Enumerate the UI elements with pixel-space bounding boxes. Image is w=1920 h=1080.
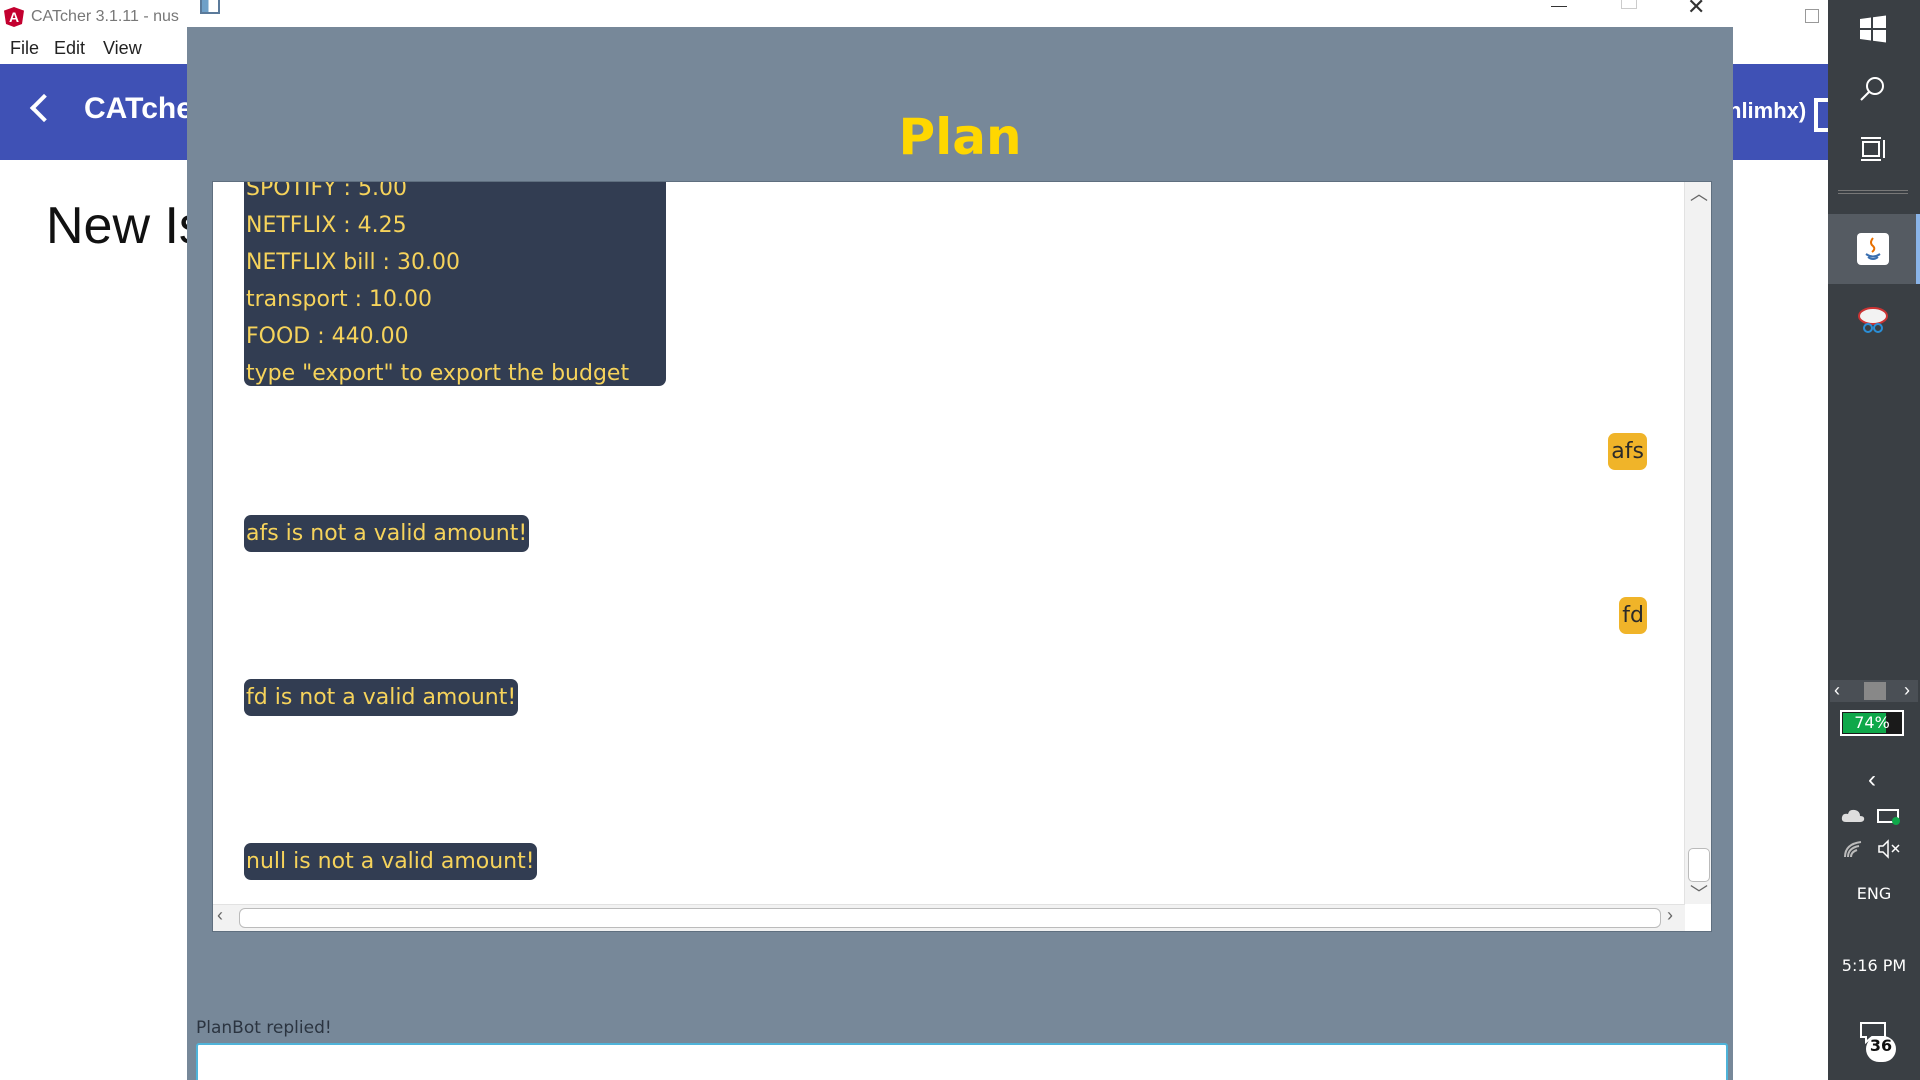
menu-file[interactable]: File (10, 38, 39, 59)
volume-muted-icon[interactable] (1876, 838, 1902, 860)
command-input[interactable] (196, 1043, 1728, 1080)
java-app-icon (200, 0, 220, 14)
windows-start-icon[interactable] (1858, 14, 1888, 44)
language-indicator[interactable]: ENG (1828, 884, 1920, 903)
java-icon (1854, 230, 1892, 268)
background-window-title: CATcher 3.1.11 - nus (31, 8, 179, 25)
scroll-right-icon[interactable]: › (1667, 905, 1673, 926)
logout-icon[interactable] (1814, 98, 1828, 132)
budget-line: transport : 10.00 (246, 287, 433, 312)
budget-line: NETFLIX : 4.25 (246, 213, 407, 238)
show-hidden-icons-icon[interactable]: ‹ (1862, 766, 1882, 793)
budget-line: FOOD : 440.00 (246, 324, 409, 349)
page-title: New Is (46, 197, 205, 255)
status-text: PlanBot replied! (196, 1018, 332, 1038)
wifi-icon[interactable] (1842, 838, 1864, 860)
angular-logo-icon: A (4, 7, 24, 27)
vertical-scrollbar[interactable]: ︿ ﹀ (1684, 182, 1711, 904)
tray-scroller[interactable]: ‹ › (1830, 680, 1918, 702)
search-icon[interactable] (1858, 74, 1888, 104)
budget-line: SPOTIFY : 5.00 (246, 182, 407, 201)
battery-percent: 74% (1854, 713, 1890, 732)
taskbar-separator (1838, 190, 1908, 194)
bot-message-null: null is not a valid amount! (244, 843, 537, 880)
user-message-afs: afs (1608, 433, 1647, 470)
user-message-fd: fd (1619, 597, 1647, 634)
battery-indicator[interactable]: 74% (1840, 710, 1904, 736)
scroll-down-icon[interactable]: ﹀ (1690, 880, 1708, 906)
close-icon[interactable]: ✕ (1687, 0, 1705, 20)
tray-scroll-right-icon[interactable]: › (1904, 680, 1910, 701)
budget-line: type "export" to export the budget (246, 361, 630, 386)
clock[interactable]: 5:16 PM (1828, 956, 1920, 975)
plan-heading: Plan (898, 108, 1022, 166)
horizontal-scrollbar[interactable]: ‹ › (213, 904, 1685, 931)
restore-window-icon[interactable] (1805, 9, 1819, 23)
app-titlebar: ✕ (187, 0, 1733, 27)
tray-scroll-left-icon[interactable]: ‹ (1834, 680, 1840, 701)
minimize-icon[interactable] (1551, 6, 1567, 7)
scroll-left-icon[interactable]: ‹ (217, 905, 223, 926)
vertical-scroll-thumb[interactable] (1688, 848, 1710, 882)
menu-view[interactable]: View (103, 38, 142, 59)
budget-line: NETFLIX bill : 30.00 (246, 250, 460, 275)
bot-message-fd: fd is not a valid amount! (244, 679, 519, 716)
plan-app-window: ✕ Plan SPOTIFY : 5.00 NETFLIX : 4.25 NET… (187, 0, 1733, 1080)
notification-count-badge: 36 (1866, 1036, 1896, 1062)
scroll-up-icon[interactable]: ︿ (1690, 182, 1708, 206)
horizontal-scroll-thumb[interactable] (239, 908, 1661, 928)
snipping-tool-icon[interactable] (1854, 302, 1892, 340)
chat-content: SPOTIFY : 5.00 NETFLIX : 4.25 NETFLIX bi… (213, 182, 1685, 904)
chat-scroll-pane[interactable]: SPOTIFY : 5.00 NETFLIX : 4.25 NETFLIX bi… (212, 181, 1712, 932)
tray-scroll-thumb[interactable] (1864, 682, 1886, 700)
maximize-icon[interactable] (1621, 0, 1637, 9)
budget-summary-bubble: SPOTIFY : 5.00 NETFLIX : 4.25 NETFLIX bi… (244, 182, 666, 386)
menu-edit[interactable]: Edit (54, 38, 85, 59)
user-name-fragment: nlimhx) (1728, 98, 1807, 123)
task-view-icon[interactable] (1858, 134, 1888, 164)
onedrive-icon[interactable] (1840, 806, 1866, 826)
device-icon[interactable] (1876, 806, 1902, 826)
bot-message-afs: afs is not a valid amount! (244, 515, 530, 552)
